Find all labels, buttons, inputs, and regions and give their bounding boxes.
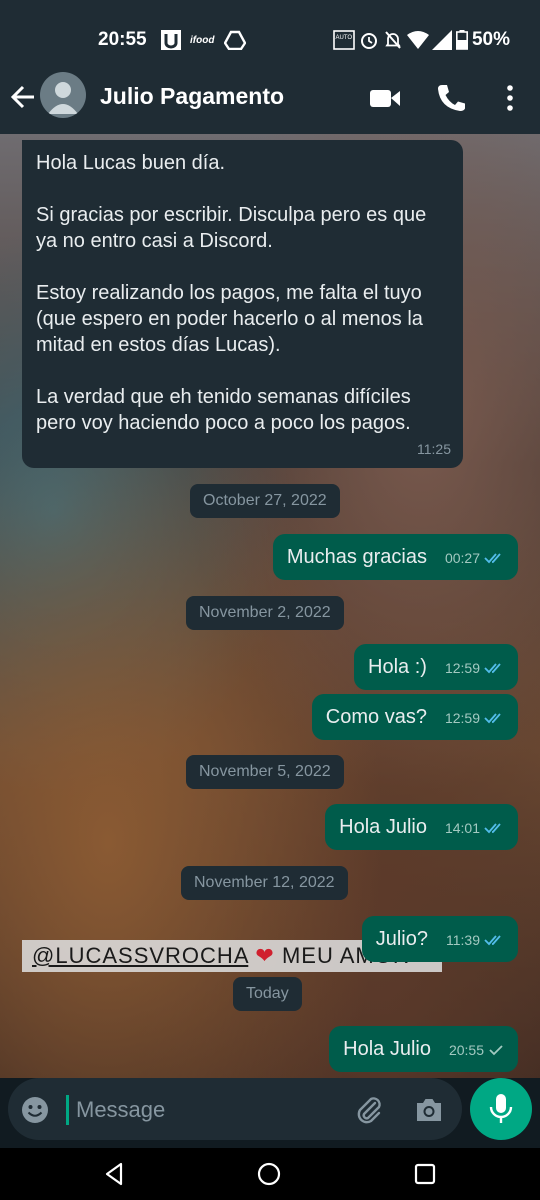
read-ticks-icon — [484, 663, 501, 674]
message-input[interactable] — [74, 1090, 348, 1130]
mute-icon — [385, 31, 401, 49]
wifi-icon — [407, 31, 429, 49]
emoji-icon[interactable] — [20, 1095, 50, 1125]
svg-text:ifood: ifood — [190, 35, 215, 46]
battery-icon — [456, 30, 468, 50]
message-time: 00:27 — [444, 550, 480, 566]
svg-text:AUTO: AUTO — [336, 35, 353, 41]
heart-icon: ❤ — [255, 943, 275, 968]
sticker-handle: @LUCASSVROCHA — [32, 943, 249, 968]
compose-bar — [8, 1078, 462, 1140]
message-text: Hola :) — [368, 656, 427, 678]
text-cursor — [66, 1095, 69, 1125]
chat-header: Julio Pagamento — [0, 62, 540, 134]
outgoing-message[interactable]: Muchas gracias 00:27 — [272, 534, 518, 580]
default-avatar-icon — [48, 82, 78, 114]
message-time: 11:39 — [446, 932, 480, 948]
message-text: Julio? — [375, 928, 428, 950]
message-text: Hola Julio — [343, 1038, 431, 1060]
outgoing-message[interactable]: Julio? 11:39 — [361, 916, 518, 962]
voice-call-icon[interactable] — [434, 82, 468, 114]
read-ticks-icon — [484, 935, 501, 946]
outgoing-message[interactable]: Hola Julio 20:55 — [329, 1026, 518, 1072]
u-app-icon — [161, 30, 181, 50]
alarm-icon — [361, 33, 377, 49]
read-ticks-icon — [484, 823, 501, 834]
message-time: 11:25 — [417, 441, 451, 457]
drive-icon — [224, 30, 246, 50]
outgoing-message[interactable]: Hola Julio 14:01 — [325, 804, 518, 850]
status-time: 20:55 — [98, 29, 147, 50]
nav-recents-icon[interactable] — [412, 1161, 438, 1187]
nav-back-icon[interactable] — [101, 1161, 127, 1187]
nav-home-icon[interactable] — [256, 1161, 282, 1187]
contact-name[interactable]: Julio Pagamento — [100, 83, 284, 110]
message-time: 12:59 — [444, 710, 480, 726]
date-divider: November 5, 2022 — [186, 755, 344, 789]
message-text: Hola Lucas buen día. Si gracias por escr… — [36, 152, 427, 434]
date-divider: November 12, 2022 — [181, 866, 348, 900]
date-divider: October 27, 2022 — [190, 484, 340, 518]
read-ticks-icon — [484, 553, 501, 564]
camera-icon[interactable] — [414, 1096, 444, 1124]
attach-icon[interactable] — [353, 1094, 385, 1126]
status-bar: 20:55 ifood AUTO 50% — [0, 0, 540, 62]
outgoing-message[interactable]: Hola :) 12:59 — [354, 644, 518, 690]
message-time: 20:55 — [448, 1042, 484, 1058]
ifood-icon: ifood — [190, 35, 215, 46]
mic-icon — [489, 1094, 513, 1123]
auto-hd-icon: AUTO — [333, 30, 355, 50]
message-text: Muchas gracias — [286, 546, 427, 568]
message-time: 12:59 — [444, 660, 480, 676]
battery-percent: 50% — [471, 29, 510, 50]
signal-icon — [432, 30, 452, 50]
video-call-icon[interactable] — [368, 82, 402, 114]
message-time: 14:01 — [444, 820, 480, 836]
voice-message-button[interactable] — [470, 1078, 532, 1140]
message-text: Hola Julio — [339, 816, 427, 838]
more-vertical-icon[interactable] — [493, 82, 527, 114]
date-divider: Today — [233, 977, 302, 1011]
date-divider: November 2, 2022 — [186, 596, 344, 630]
message-text: Como vas? — [325, 706, 427, 728]
chat-area[interactable]: Hola Lucas buen día. Si gracias por escr… — [0, 134, 540, 1078]
back-arrow-icon[interactable] — [10, 82, 36, 112]
sent-tick-icon — [489, 1045, 503, 1055]
system-nav-bar — [0, 1148, 540, 1200]
incoming-message[interactable]: Hola Lucas buen día. Si gracias por escr… — [22, 140, 463, 468]
avatar[interactable] — [40, 72, 86, 118]
read-ticks-icon — [484, 713, 501, 724]
outgoing-message[interactable]: Como vas? 12:59 — [311, 694, 518, 740]
